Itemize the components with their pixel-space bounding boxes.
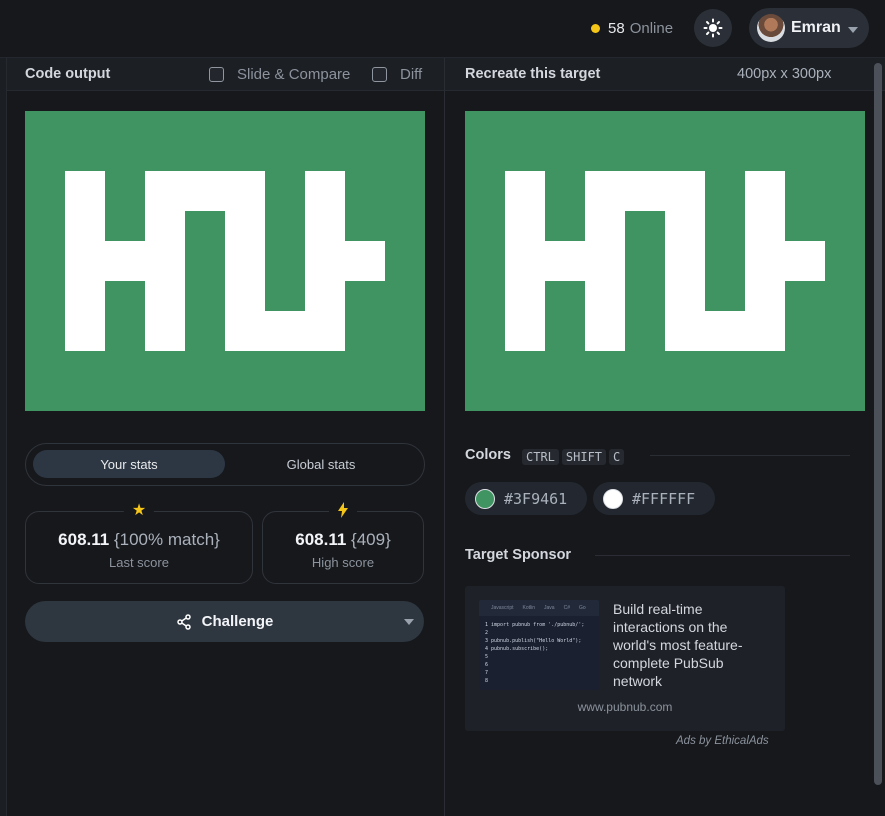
ad-code-line: 1 import pubnub from './pubnub/'; (485, 622, 585, 628)
stats-tabs: Your stats Global stats (25, 443, 425, 486)
challenge-label: Challenge (201, 613, 274, 630)
diff-label: Diff (400, 65, 423, 83)
last-score-label: Last score (109, 555, 169, 570)
ad-tab: Java (544, 605, 555, 611)
avatar (757, 14, 785, 42)
colors-shortcut: CTRL SHIFT C (522, 448, 627, 466)
ads-by-link[interactable]: Ads by EthicalAds (676, 735, 769, 747)
slide-compare-label: Slide & Compare (237, 65, 351, 83)
chevron-down-icon (847, 26, 858, 33)
last-score-card: ★ 608.11 {100% match} Last score (25, 502, 253, 584)
challenge-button[interactable]: Challenge (25, 601, 424, 642)
target-size: 400px x 300px (737, 66, 832, 82)
ad-code-line: 5 (485, 654, 489, 660)
ad-code-line: 8 (485, 678, 489, 684)
slide-compare-checkbox[interactable] (209, 66, 224, 82)
user-menu-button[interactable]: Emran (749, 8, 869, 48)
color-hex: #3F9461 (504, 489, 568, 508)
chevron-down-icon[interactable] (404, 619, 414, 625)
lightning-icon (329, 502, 357, 523)
ad-code-line: 7 (485, 670, 489, 676)
tab-your-stats[interactable]: Your stats (33, 450, 225, 478)
left-edge-strip (0, 58, 7, 816)
user-name: Emran (791, 19, 841, 36)
ad-image[interactable]: Javascript Kotlin Java C# Go 1 import pu… (479, 600, 599, 690)
kbd-key: C (609, 449, 625, 465)
last-score: 608.11 (58, 530, 110, 549)
sponsor-title: Target Sponsor (465, 547, 572, 563)
ad-code-line: 2 (485, 630, 489, 636)
share-icon (176, 613, 191, 630)
high-rank: {409} (351, 530, 391, 549)
target-panel: Recreate this target 400px x 300px Color… (445, 58, 885, 816)
scrollbar[interactable] (874, 63, 882, 785)
ad-tab: Javascript (491, 605, 514, 611)
slide-compare-toggle[interactable]: Slide & Compare (209, 66, 350, 83)
star-icon: ★ (123, 502, 155, 520)
section-divider (650, 455, 850, 456)
last-score-value: 608.11 {100% match} (26, 530, 252, 550)
target-header: Recreate this target 400px x 300px (445, 58, 885, 91)
color-dot-icon (603, 488, 623, 509)
color-hex: #FFFFFF (632, 489, 696, 508)
color-swatch-green[interactable]: #3F9461 (465, 482, 587, 515)
ad-tab: Go (579, 605, 586, 611)
top-bar: 58 Online Emran (0, 0, 885, 58)
tab-global-stats[interactable]: Global stats (225, 450, 417, 478)
online-indicator: 58 Online (591, 18, 673, 38)
diff-checkbox[interactable] (372, 66, 387, 82)
target-shape (745, 241, 825, 281)
last-match: {100% match} (113, 530, 220, 549)
ad-tab: C# (563, 605, 570, 611)
code-output-panel: Code output Slide & Compare Diff Your st… (7, 58, 444, 816)
ad-url[interactable]: www.pubnub.com (465, 700, 785, 714)
color-dot-icon (475, 488, 495, 509)
diff-toggle[interactable]: Diff (372, 66, 422, 83)
ad-code-tabs: Javascript Kotlin Java C# Go (479, 600, 599, 616)
online-label: Online (629, 19, 674, 37)
ad-code-line: 4 pubnub.subscribe(); (485, 646, 549, 652)
colors-title: Colors (465, 447, 511, 463)
target-title: Recreate this target (465, 66, 601, 82)
theme-toggle-button[interactable] (694, 9, 732, 47)
render-shape (305, 241, 385, 281)
ad-code-line: 6 (485, 662, 489, 668)
ad-code-line: 3 pubnub.publish("Hello World"); (485, 638, 582, 644)
online-count: 58 (608, 19, 625, 37)
high-score-label: High score (311, 555, 375, 570)
sponsor-ad[interactable]: Javascript Kotlin Java C# Go 1 import pu… (465, 586, 785, 731)
kbd-key: SHIFT (561, 449, 607, 465)
color-swatch-white[interactable]: #FFFFFF (593, 482, 715, 515)
code-output-title: Code output (25, 66, 111, 82)
code-output-header: Code output Slide & Compare Diff (7, 58, 444, 91)
high-score: 608.11 (295, 530, 347, 549)
ad-tab: Kotlin (522, 605, 536, 611)
online-dot-icon (591, 23, 600, 33)
ad-text[interactable]: Build real-time interactions on the worl… (613, 600, 773, 690)
kbd-key: CTRL (522, 449, 559, 465)
sun-icon (703, 18, 723, 38)
code-output-render[interactable] (25, 111, 425, 411)
high-score-value: 608.11 {409} (263, 530, 423, 550)
section-divider (595, 555, 850, 556)
target-image[interactable] (465, 111, 865, 411)
high-score-card: 608.11 {409} High score (262, 502, 424, 584)
